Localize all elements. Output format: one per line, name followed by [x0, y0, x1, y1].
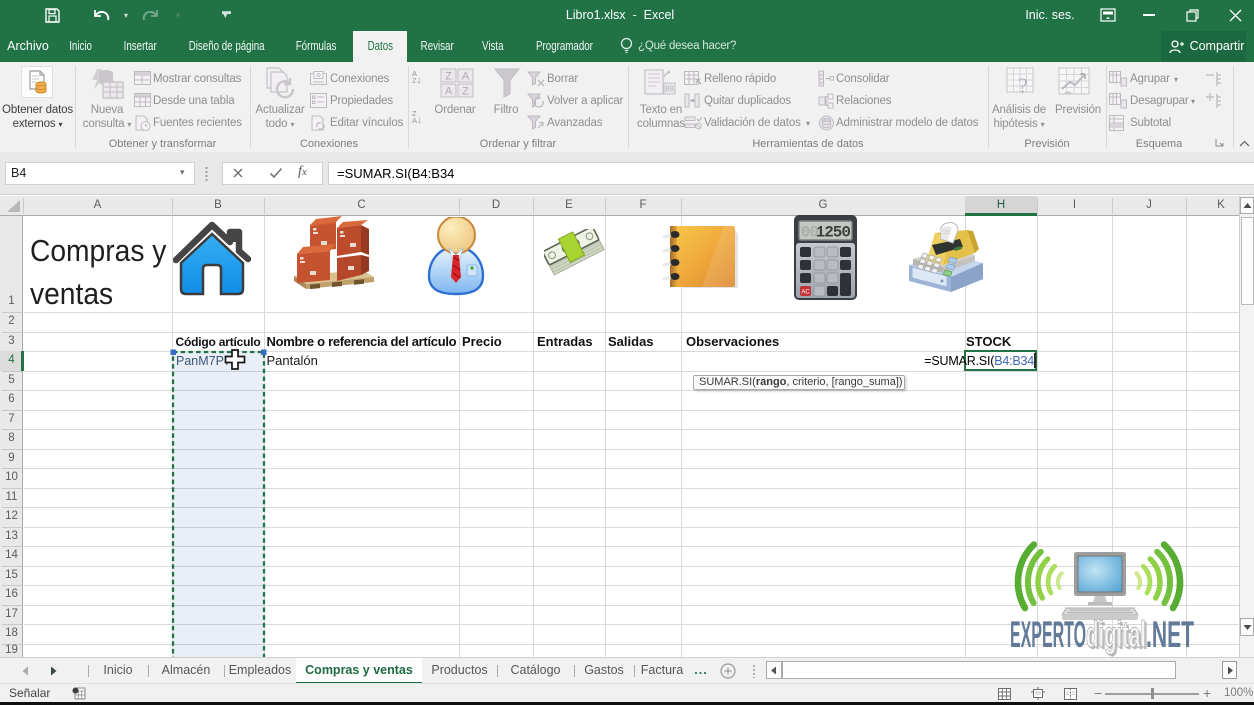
svg-text:Z: Z	[445, 71, 452, 83]
svg-text:digital: digital	[1086, 614, 1146, 655]
svg-text:A: A	[462, 71, 470, 83]
svg-text:88: 88	[665, 85, 674, 94]
svg-text:1250: 1250	[816, 224, 851, 242]
svg-text:EXPERTO: EXPERTO	[1010, 614, 1086, 655]
svg-text:AC: AC	[801, 290, 810, 296]
svg-text:?: ?	[1018, 73, 1028, 98]
svg-text:00: 00	[801, 224, 819, 242]
svg-text:Z: Z	[462, 86, 469, 98]
svg-text:.NET: .NET	[1146, 614, 1194, 655]
svg-text:A: A	[445, 86, 453, 98]
